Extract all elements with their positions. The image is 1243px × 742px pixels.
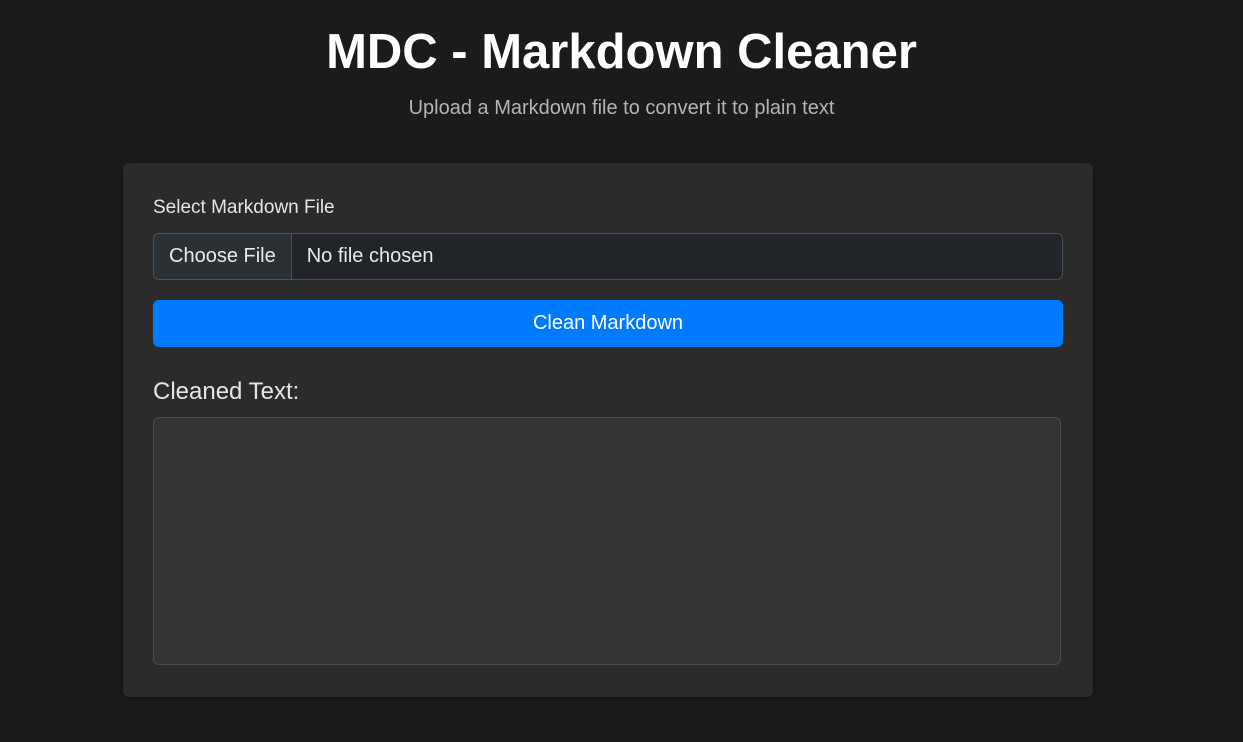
page-subtitle: Upload a Markdown file to convert it to … bbox=[408, 97, 835, 119]
markdown-file-input[interactable]: Choose File No file chosen bbox=[153, 233, 1063, 280]
cleaned-text-output[interactable] bbox=[153, 417, 1061, 665]
page-title: MDC - Markdown Cleaner bbox=[326, 25, 917, 79]
file-input-label: Select Markdown File bbox=[153, 197, 335, 218]
page-header: MDC - Markdown Cleaner Upload a Markdown… bbox=[0, 22, 1243, 120]
cleaner-card: Select Markdown File Choose File No file… bbox=[123, 163, 1093, 697]
app-page: MDC - Markdown Cleaner Upload a Markdown… bbox=[0, 0, 1243, 742]
choose-file-button[interactable]: Choose File bbox=[154, 234, 292, 279]
cleaned-text-heading: Cleaned Text: bbox=[153, 378, 300, 405]
clean-markdown-button[interactable]: Clean Markdown bbox=[153, 300, 1063, 347]
file-status-text: No file chosen bbox=[306, 245, 434, 267]
